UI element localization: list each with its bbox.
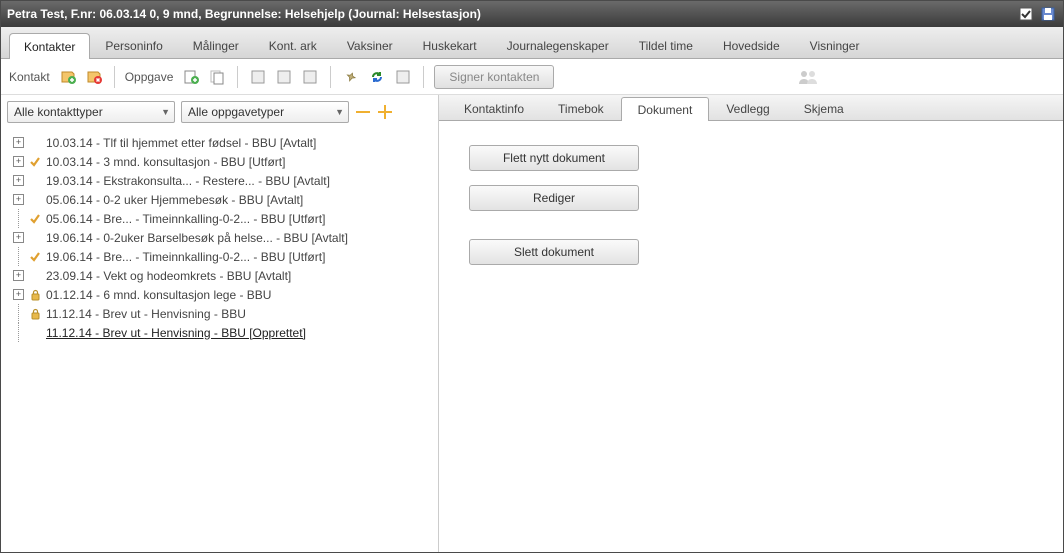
expand-toggle[interactable]: + [13,289,24,300]
title-bar: Petra Test, F.nr: 06.03.14 0, 9 mnd, Beg… [1,1,1063,27]
chevron-down-icon: ▼ [335,107,344,117]
filter-row: Alle kontakttyper ▼ Alle oppgavetyper ▼ [7,101,432,123]
expand-toggle[interactable]: + [13,156,24,167]
oppgave-copy-icon[interactable] [207,67,227,87]
kontakt-add-icon[interactable] [58,67,78,87]
sign-contact-button[interactable]: Signer kontakten [434,65,554,89]
main-tab-tildel-time[interactable]: Tildel time [624,32,708,58]
tree-connector [13,323,24,342]
oppgave-type-value: Alle oppgavetyper [188,105,284,119]
tree-item-label[interactable]: 05.06.14 - Bre... - Timeinnkalling-0-2..… [46,212,325,226]
tree-row: +01.12.14 - 6 mnd. konsultasjon lege - B… [9,285,432,304]
square2-icon[interactable] [274,67,294,87]
collapse-icon[interactable] [355,104,371,120]
right-panel: KontaktinfoTimebokDokumentVedleggSkjema … [439,95,1063,552]
contact-tree: +10.03.14 - Tlf til hjemmet etter fødsel… [7,133,432,546]
tree-row: +10.03.14 - Tlf til hjemmet etter fødsel… [9,133,432,152]
kontakt-label: Kontakt [9,70,50,84]
slett-document-button[interactable]: Slett dokument [469,239,639,265]
kontakt-delete-icon[interactable] [84,67,104,87]
main-tab-hovedside[interactable]: Hovedside [708,32,795,58]
window-title: Petra Test, F.nr: 06.03.14 0, 9 mnd, Beg… [7,7,481,21]
oppgave-label: Oppgave [125,70,174,84]
square1-icon[interactable] [248,67,268,87]
oppgave-type-combo[interactable]: Alle oppgavetyper ▼ [181,101,349,123]
main-tab-målinger[interactable]: Målinger [178,32,254,58]
square4-icon[interactable] [393,67,413,87]
chevron-down-icon: ▼ [161,107,170,117]
tree-row: +19.03.14 - Ekstrakonsulta... - Restere.… [9,171,432,190]
pin-icon[interactable] [341,67,361,87]
tree-item-label[interactable]: 23.09.14 - Vekt og hodeomkrets - BBU [Av… [46,269,291,283]
kontakt-type-combo[interactable]: Alle kontakttyper ▼ [7,101,175,123]
tree-row: 05.06.14 - Bre... - Timeinnkalling-0-2..… [9,209,432,228]
lock-icon [28,308,42,320]
refresh-icon[interactable] [367,67,387,87]
tree-row: +05.06.14 - 0-2 uker Hjemmebesøk - BBU [… [9,190,432,209]
document-pane: Flett nytt dokument Rediger Slett dokume… [439,121,1063,552]
tree-connector [13,304,24,323]
rediger-button[interactable]: Rediger [469,185,639,211]
tree-row: 11.12.14 - Brev ut - Henvisning - BBU [O… [9,323,432,342]
tree-item-label[interactable]: 05.06.14 - 0-2 uker Hjemmebesøk - BBU [A… [46,193,303,207]
tree-item-label[interactable]: 19.06.14 - 0-2uker Barselbesøk på helse.… [46,231,348,245]
sub-tab-dokument[interactable]: Dokument [621,97,710,121]
sub-tab-vedlegg[interactable]: Vedlegg [709,96,786,120]
main-tab-kontakter[interactable]: Kontakter [9,33,90,59]
flett-document-button[interactable]: Flett nytt dokument [469,145,639,171]
kontakt-type-value: Alle kontakttyper [14,105,103,119]
tree-item-label[interactable]: 11.12.14 - Brev ut - Henvisning - BBU [46,307,246,321]
expand-icon[interactable] [377,104,393,120]
sub-tab-timebok[interactable]: Timebok [541,96,621,120]
sub-tab-bar: KontaktinfoTimebokDokumentVedleggSkjema [439,95,1063,121]
tree-item-label[interactable]: 19.06.14 - Bre... - Timeinnkalling-0-2..… [46,250,325,264]
tree-item-label[interactable]: 01.12.14 - 6 mnd. konsultasjon lege - BB… [46,288,271,302]
oppgave-add-icon[interactable] [181,67,201,87]
expand-toggle[interactable]: + [13,270,24,281]
checkbox-icon[interactable] [1017,5,1035,23]
tree-item-label[interactable]: 19.03.14 - Ekstrakonsulta... - Restere..… [46,174,330,188]
tree-row: +19.06.14 - 0-2uker Barselbesøk på helse… [9,228,432,247]
main-tab-vaksiner[interactable]: Vaksiner [332,32,408,58]
toolbar: Kontakt Oppgave Signer kontakten [1,59,1063,95]
check-icon [28,156,42,168]
expand-toggle[interactable]: + [13,137,24,148]
check-icon [28,251,42,263]
tree-item-label[interactable]: 11.12.14 - Brev ut - Henvisning - BBU [O… [46,326,306,340]
tree-row: 19.06.14 - Bre... - Timeinnkalling-0-2..… [9,247,432,266]
main-tab-visninger[interactable]: Visninger [795,32,875,58]
users-icon[interactable] [560,67,1055,87]
main-tab-bar: KontakterPersoninfoMålingerKont. arkVaks… [1,27,1063,59]
tree-connector [13,209,24,228]
tree-item-label[interactable]: 10.03.14 - Tlf til hjemmet etter fødsel … [46,136,316,150]
expand-toggle[interactable]: + [13,175,24,186]
tree-row: 11.12.14 - Brev ut - Henvisning - BBU [9,304,432,323]
main-tab-kont--ark[interactable]: Kont. ark [254,32,332,58]
expand-toggle[interactable]: + [13,194,24,205]
main-tab-huskekart[interactable]: Huskekart [408,32,492,58]
tree-row: +10.03.14 - 3 mnd. konsultasjon - BBU [U… [9,152,432,171]
sub-tab-skjema[interactable]: Skjema [787,96,861,120]
tree-item-label[interactable]: 10.03.14 - 3 mnd. konsultasjon - BBU [Ut… [46,155,285,169]
main-tab-personinfo[interactable]: Personinfo [90,32,177,58]
save-icon[interactable] [1039,5,1057,23]
main-tab-journalegenskaper[interactable]: Journalegenskaper [492,32,624,58]
tree-row: +23.09.14 - Vekt og hodeomkrets - BBU [A… [9,266,432,285]
expand-toggle[interactable]: + [13,232,24,243]
left-panel: Alle kontakttyper ▼ Alle oppgavetyper ▼ … [1,95,439,552]
lock-icon [28,289,42,301]
check-icon [28,213,42,225]
square3-icon[interactable] [300,67,320,87]
sub-tab-kontaktinfo[interactable]: Kontaktinfo [447,96,541,120]
tree-connector [13,247,24,266]
